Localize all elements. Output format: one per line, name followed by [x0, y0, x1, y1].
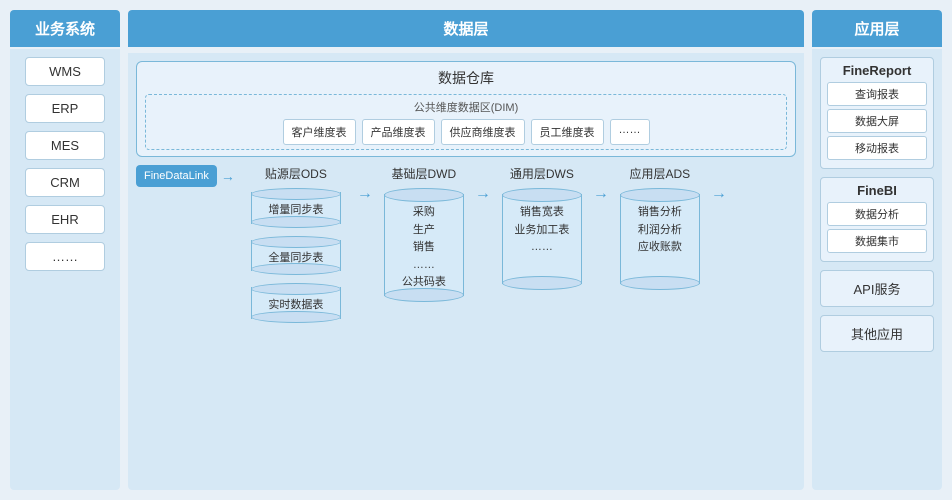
ods-column: 贴源层ODS 增量同步表 全量同步表 — [241, 165, 351, 323]
dws-column: 通用层DWS 销售宽表 业务加工表 …… — [497, 165, 587, 290]
sys-wms: WMS — [25, 57, 105, 86]
middle-panel-body: 数据仓库 公共维度数据区(DIM) 客户维度表 产品维度表 供应商维度表 员工维… — [128, 53, 804, 490]
arrow-ods-dwd: → — [357, 165, 373, 203]
dwd-item-3: …… — [389, 257, 459, 275]
ads-cylinder: 销售分析 利润分析 应收账款 — [620, 188, 700, 290]
dwd-column: 基础层DWD 采购 生产 销售 …… 公共码表 — [379, 165, 469, 302]
cyl-bottom — [620, 276, 700, 290]
sys-erp: ERP — [25, 94, 105, 123]
cyl-bottom — [384, 288, 464, 302]
cyl-bottom — [251, 311, 341, 323]
dwd-item-0: 采购 — [389, 204, 459, 222]
dws-item-2: …… — [507, 239, 577, 257]
sys-crm: CRM — [25, 168, 105, 197]
cyl-top — [620, 188, 700, 202]
finereport-title: FineReport — [827, 63, 927, 78]
dws-item-1: 业务加工表 — [507, 222, 577, 240]
ads-item-1: 利润分析 — [625, 222, 695, 240]
dim-table-product: 产品维度表 — [362, 119, 435, 145]
ods-title: 贴源层ODS — [265, 165, 327, 182]
arrow-fdl-ods: → — [221, 168, 235, 184]
finereport-group: FineReport 查询报表 数据大屏 移动报表 — [820, 57, 934, 169]
finedatalink-button[interactable]: FineDataLink — [136, 165, 217, 187]
other-apps: 其他应用 — [820, 315, 934, 352]
dim-table-more: …… — [610, 119, 650, 145]
right-panel-body: FineReport 查询报表 数据大屏 移动报表 FineBI 数据分析 数据… — [812, 49, 942, 490]
dwd-title: 基础层DWD — [391, 165, 456, 182]
app-mobile-report: 移动报表 — [827, 136, 927, 160]
dim-tables: 客户维度表 产品维度表 供应商维度表 员工维度表 …… — [152, 119, 780, 145]
bottom-layers: FineDataLink → 贴源层ODS 增量同步表 全 — [136, 165, 796, 323]
ods-increment-cyl: 增量同步表 — [251, 188, 341, 228]
middle-panel: 数据层 数据仓库 公共维度数据区(DIM) 客户维度表 产品维度表 供应商维度表… — [128, 10, 804, 490]
sys-ehr: EHR — [25, 205, 105, 234]
sys-mes: MES — [25, 131, 105, 160]
dim-title: 公共维度数据区(DIM) — [152, 99, 780, 115]
ads-title: 应用层ADS — [629, 165, 690, 182]
ads-item-0: 销售分析 — [625, 204, 695, 222]
app-query-report: 查询报表 — [827, 82, 927, 106]
ods-full-cyl: 全量同步表 — [251, 236, 341, 276]
dw-title: 数据仓库 — [145, 68, 787, 88]
cyl-body: 销售宽表 业务加工表 …… — [502, 194, 582, 284]
main-container: 业务系统 WMS ERP MES CRM EHR …… 数据层 数据仓库 公共维… — [0, 0, 952, 500]
cyl-body: 采购 生产 销售 …… 公共码表 — [384, 194, 464, 296]
api-service: API服务 — [820, 270, 934, 307]
dws-cylinder: 销售宽表 业务加工表 …… — [502, 188, 582, 290]
arrow-dwd-dws: → — [475, 165, 491, 203]
ads-item-2: 应收账款 — [625, 239, 695, 257]
data-warehouse-section: 数据仓库 公共维度数据区(DIM) 客户维度表 产品维度表 供应商维度表 员工维… — [136, 61, 796, 157]
left-panel: 业务系统 WMS ERP MES CRM EHR …… — [10, 10, 120, 490]
cyl-bottom — [251, 216, 341, 228]
dws-title: 通用层DWS — [510, 165, 574, 182]
dw-box: 数据仓库 公共维度数据区(DIM) 客户维度表 产品维度表 供应商维度表 员工维… — [136, 61, 796, 157]
cyl-top — [251, 188, 341, 200]
right-panel-header: 应用层 — [812, 10, 942, 47]
app-data-analysis: 数据分析 — [827, 202, 927, 226]
dim-table-customer: 客户维度表 — [283, 119, 356, 145]
dwd-item-1: 生产 — [389, 222, 459, 240]
cyl-top — [502, 188, 582, 202]
app-data-market: 数据集市 — [827, 229, 927, 253]
dwd-item-2: 销售 — [389, 239, 459, 257]
ods-cylinders: 增量同步表 全量同步表 实时数据表 — [241, 188, 351, 323]
dim-table-employee: 员工维度表 — [531, 119, 604, 145]
arrow-ads-right: → — [711, 165, 727, 203]
right-panel: 应用层 FineReport 查询报表 数据大屏 移动报表 FineBI 数据分… — [812, 10, 942, 490]
left-panel-header: 业务系统 — [10, 10, 120, 47]
finebi-group: FineBI 数据分析 数据集市 — [820, 177, 934, 262]
ads-column: 应用层ADS 销售分析 利润分析 应收账款 — [615, 165, 705, 290]
dim-table-supplier: 供应商维度表 — [441, 119, 525, 145]
cyl-bottom — [251, 263, 341, 275]
finebi-title: FineBI — [827, 183, 927, 198]
sys-more: …… — [25, 242, 105, 271]
left-panel-body: WMS ERP MES CRM EHR …… — [10, 49, 120, 490]
dwd-cylinder: 采购 生产 销售 …… 公共码表 — [384, 188, 464, 302]
arrow-dws-ads: → — [593, 165, 609, 203]
ods-realtime-cyl: 实时数据表 — [251, 283, 341, 323]
cyl-bottom — [502, 276, 582, 290]
dim-section: 公共维度数据区(DIM) 客户维度表 产品维度表 供应商维度表 员工维度表 …… — [145, 94, 787, 150]
cyl-top — [251, 236, 341, 248]
app-data-screen: 数据大屏 — [827, 109, 927, 133]
cyl-top — [384, 188, 464, 202]
cyl-body: 销售分析 利润分析 应收账款 — [620, 194, 700, 284]
middle-panel-header: 数据层 — [128, 10, 804, 47]
dws-item-0: 销售宽表 — [507, 204, 577, 222]
